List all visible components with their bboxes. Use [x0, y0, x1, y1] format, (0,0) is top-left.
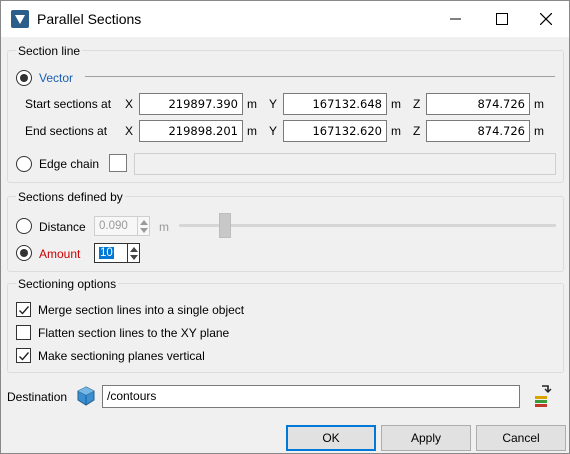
amount-label: Amount — [39, 247, 81, 261]
end-z-axis-label: Z — [413, 124, 421, 138]
end-z-input[interactable]: 874.726 — [426, 120, 530, 142]
checkmark-icon — [19, 352, 30, 361]
end-y-input[interactable]: 167132.620 — [283, 120, 387, 142]
vector-radio[interactable] — [16, 70, 32, 86]
distance-value[interactable]: 0.090 — [94, 216, 138, 236]
end-z-unit: m — [534, 124, 544, 138]
end-sections-label: End sections at — [25, 124, 108, 138]
distance-radio[interactable] — [16, 218, 32, 234]
flatten-label: Flatten section lines to the XY plane — [38, 326, 230, 340]
start-y-unit: m — [391, 97, 401, 111]
minimize-icon — [450, 18, 461, 20]
end-x-input[interactable]: 219898.201 — [139, 120, 243, 142]
distance-unit: m — [159, 220, 169, 234]
destination-input[interactable]: /contours — [102, 385, 520, 408]
start-z-axis-label: Z — [413, 97, 421, 111]
checkmark-icon — [19, 306, 30, 315]
amount-spinbox[interactable]: 10 — [94, 243, 141, 263]
merge-label: Merge section lines into a single object — [38, 303, 245, 317]
distance-label: Distance — [39, 220, 86, 234]
browse-destination-icon[interactable] — [532, 383, 556, 409]
close-button[interactable] — [523, 1, 569, 37]
amount-radio[interactable] — [16, 245, 32, 261]
apply-button[interactable]: Apply — [381, 425, 471, 451]
merge-checkbox[interactable] — [16, 302, 31, 317]
start-x-axis-label: X — [125, 97, 134, 111]
vertical-label: Make sectioning planes vertical — [38, 349, 205, 363]
amount-value[interactable]: 10 — [94, 243, 128, 263]
maximize-icon — [496, 13, 508, 25]
end-x-axis-label: X — [125, 124, 134, 138]
start-sections-label: Start sections at — [25, 97, 112, 111]
minimize-button[interactable] — [433, 1, 479, 37]
edge-chain-pick-button[interactable] — [109, 154, 127, 172]
app-icon — [11, 10, 29, 28]
ok-button[interactable]: OK — [286, 425, 376, 451]
cube-icon — [77, 386, 95, 406]
distance-slider-handle[interactable] — [219, 213, 231, 238]
distance-spin-arrows[interactable] — [138, 216, 150, 236]
cancel-button[interactable]: Cancel — [476, 425, 566, 451]
distance-slider-track[interactable] — [179, 224, 556, 227]
title-bar[interactable]: Parallel Sections — [1, 1, 569, 37]
edge-chain-label: Edge chain — [39, 157, 100, 171]
start-y-axis-label: Y — [269, 97, 278, 111]
sections-defined-by-group — [7, 196, 564, 272]
parallel-sections-dialog: Parallel Sections Section line Vector St… — [0, 0, 570, 454]
edge-chain-radio[interactable] — [16, 156, 32, 172]
start-z-unit: m — [534, 97, 544, 111]
edge-chain-input[interactable] — [134, 153, 556, 175]
start-y-input[interactable]: 167132.648 — [283, 93, 387, 115]
section-line-group-title: Section line — [16, 44, 83, 58]
vector-label: Vector — [39, 71, 74, 85]
window-title: Parallel Sections — [37, 11, 142, 27]
distance-spinbox[interactable]: 0.090 — [94, 216, 151, 236]
flatten-checkbox[interactable] — [16, 325, 31, 340]
end-x-unit: m — [247, 124, 257, 138]
sections-defined-by-group-title: Sections defined by — [16, 190, 125, 204]
start-x-unit: m — [247, 97, 257, 111]
amount-spin-arrows[interactable] — [128, 243, 140, 263]
end-y-axis-label: Y — [269, 124, 278, 138]
close-icon — [540, 13, 552, 25]
start-z-input[interactable]: 874.726 — [426, 93, 530, 115]
vector-separator — [85, 76, 555, 77]
destination-label: Destination — [7, 390, 68, 404]
maximize-button[interactable] — [479, 1, 525, 37]
sectioning-options-group-title: Sectioning options — [16, 277, 119, 291]
vertical-checkbox[interactable] — [16, 348, 31, 363]
start-x-input[interactable]: 219897.390 — [139, 93, 243, 115]
end-y-unit: m — [391, 124, 401, 138]
